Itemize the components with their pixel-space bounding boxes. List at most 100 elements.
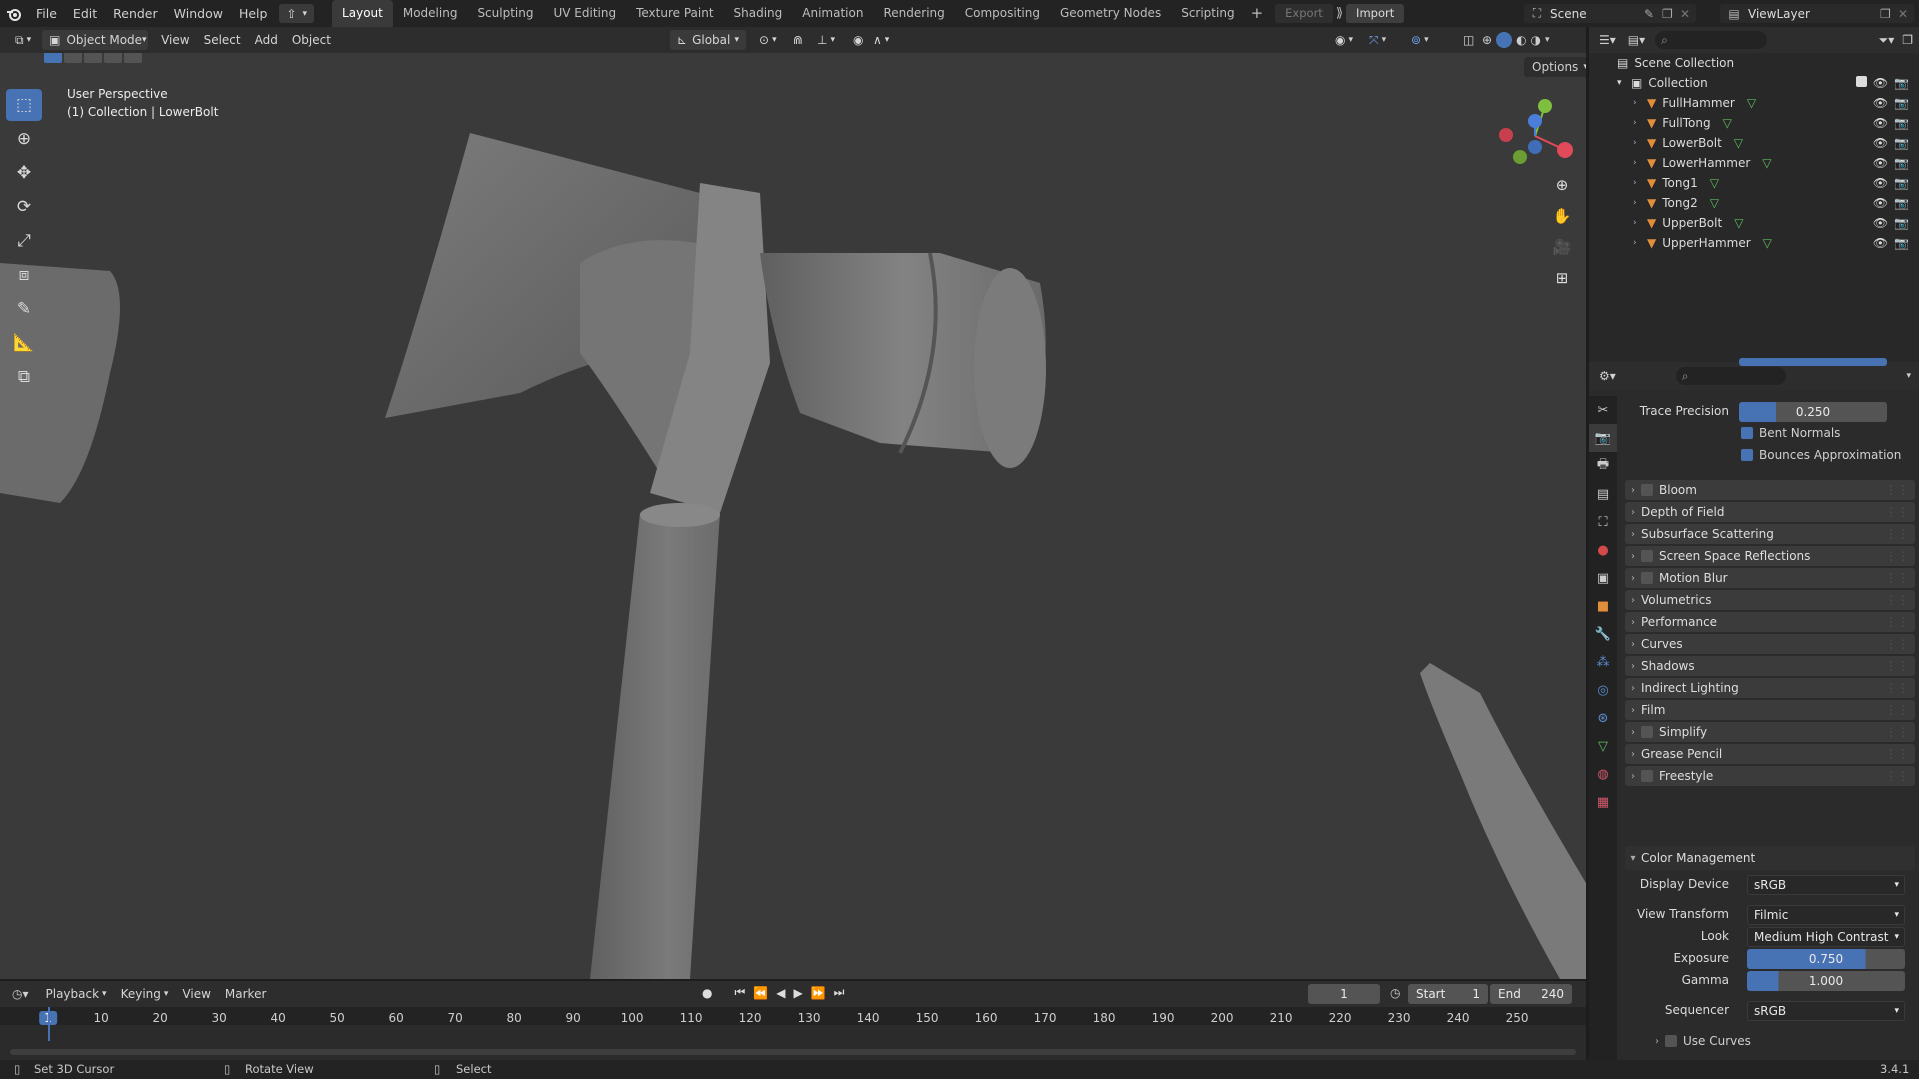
exclude-checkbox[interactable] <box>1855 76 1867 87</box>
bent-normals-checkbox[interactable]: Bent Normals <box>1741 426 1840 440</box>
snap-dropdown[interactable]: ⊥ ▾ <box>810 30 842 50</box>
playhead-line[interactable] <box>48 1007 50 1041</box>
drag-handle-icon[interactable]: ⋮⋮ <box>1885 571 1909 585</box>
camera-icon[interactable]: 📷 <box>1894 236 1909 250</box>
mesh-data-icon[interactable]: ▽ <box>1710 196 1719 210</box>
eye-icon[interactable]: 👁 <box>1873 156 1888 170</box>
blender-logo-icon[interactable] <box>0 0 28 27</box>
import-button[interactable]: Import <box>1346 4 1405 23</box>
menu-window[interactable]: Window <box>166 0 231 27</box>
outliner-row-object[interactable]: › ▼ UpperBolt ▽ 👁 📷 <box>1589 213 1919 233</box>
move-tool-icon[interactable]: ✥ <box>6 157 42 189</box>
eye-icon[interactable]: 👁 <box>1873 136 1888 150</box>
drag-handle-icon[interactable]: ⋮⋮ <box>1885 505 1909 519</box>
tab-rendering[interactable]: Rendering <box>873 0 954 27</box>
overlay-toggle[interactable]: ⊚ ▾ <box>1404 30 1436 50</box>
display-mode-icon[interactable]: ▤▾ <box>1628 33 1645 47</box>
tab-geometry-nodes[interactable]: Geometry Nodes <box>1050 0 1171 27</box>
use-curves-checkbox[interactable] <box>1665 1035 1677 1047</box>
tab-modeling[interactable]: Modeling <box>393 0 468 27</box>
output-tab-icon[interactable]: 🖶 <box>1589 452 1617 480</box>
tab-scripting[interactable]: Scripting <box>1171 0 1244 27</box>
camera-icon[interactable]: 📷 <box>1894 136 1909 150</box>
panel-enable-checkbox[interactable] <box>1641 572 1653 584</box>
mesh-data-icon[interactable]: ▽ <box>1747 96 1756 110</box>
render-tab-icon[interactable]: 📷 <box>1589 424 1617 452</box>
panel-header[interactable]: › Performance ⋮⋮ <box>1625 612 1915 632</box>
panel-header[interactable]: › Film ⋮⋮ <box>1625 700 1915 720</box>
camera-icon[interactable]: 📷 <box>1894 176 1909 190</box>
jump-start-icon[interactable]: ⏮ <box>734 985 745 1000</box>
scale-tool-icon[interactable]: ⤢ <box>6 225 42 257</box>
panel-header[interactable]: › Bloom ⋮⋮ <box>1625 480 1915 500</box>
eye-icon[interactable]: 👁 <box>1873 216 1888 230</box>
menu-add[interactable]: Add <box>248 30 285 50</box>
world-tab-icon[interactable]: ● <box>1589 536 1617 564</box>
viewlayer-selector[interactable]: ▤ ViewLayer ❐ ✕ <box>1720 4 1914 23</box>
panel-enable-checkbox[interactable] <box>1641 484 1653 496</box>
chevron-right-icon[interactable]: › <box>1633 118 1647 128</box>
eye-icon[interactable]: 👁 <box>1873 116 1888 130</box>
outliner-row-object[interactable]: › ▼ FullTong ▽ 👁 📷 <box>1589 113 1919 133</box>
drag-handle-icon[interactable]: ⋮⋮ <box>1885 637 1909 651</box>
panel-color-management[interactable]: ▾ Color Management <box>1625 846 1915 870</box>
transform-tool-icon[interactable]: ⧈ <box>6 259 42 291</box>
new-viewlayer-icon[interactable]: ❐ <box>1880 7 1898 21</box>
panel-header[interactable]: › Indirect Lighting ⋮⋮ <box>1625 678 1915 698</box>
chevron-right-icon[interactable]: › <box>1633 138 1647 148</box>
chevron-down-icon[interactable]: ▾ <box>1545 35 1550 45</box>
annotate-tool-icon[interactable]: ✎ <box>6 293 42 325</box>
outliner-row-object[interactable]: › ▼ Tong1 ▽ 👁 📷 <box>1589 173 1919 193</box>
eye-icon[interactable]: 👁 <box>1873 176 1888 190</box>
properties-editor-icon[interactable]: ⚙▾ <box>1599 369 1616 383</box>
export-button[interactable]: Export <box>1275 4 1333 23</box>
close-icon[interactable]: ✕ <box>1898 7 1914 21</box>
grid-perspective-icon[interactable]: ⊞ <box>1548 264 1576 292</box>
mode-dropdown[interactable]: ▣ Object Mode ▾ <box>42 30 149 50</box>
select-subtract-icon[interactable] <box>84 53 102 63</box>
outliner-editor-icon[interactable]: ☰▾ <box>1599 33 1616 47</box>
tab-uv-editing[interactable]: UV Editing <box>543 0 626 27</box>
chevron-right-icon[interactable]: › <box>1633 158 1647 168</box>
menu-marker[interactable]: Marker <box>218 984 273 1004</box>
material-shading-icon[interactable]: ◐ <box>1516 33 1526 47</box>
select-box-tool-icon[interactable]: ⬚ <box>6 89 42 121</box>
wireframe-shading-icon[interactable]: ⊕ <box>1482 33 1492 47</box>
chevron-right-icon[interactable]: › <box>1633 178 1647 188</box>
panel-header[interactable]: › Simplify ⋮⋮ <box>1625 722 1915 742</box>
next-keyframe-icon[interactable]: ⏩ <box>811 986 826 1000</box>
mesh-data-icon[interactable]: ▽ <box>1762 156 1771 170</box>
3d-viewport[interactable]: ⬚ ⊕ ✥ ⟳ ⤢ ⧈ ✎ 📐 ⧉ User Perspective (1) C… <box>0 53 1586 979</box>
select-new-icon[interactable] <box>44 53 62 63</box>
panel-header[interactable]: › Grease Pencil ⋮⋮ <box>1625 744 1915 764</box>
panel-header[interactable]: › Motion Blur ⋮⋮ <box>1625 568 1915 588</box>
material-tab-icon[interactable]: ◍ <box>1589 760 1617 788</box>
texture-tab-icon[interactable]: ▦ <box>1589 788 1617 816</box>
select-invert-icon[interactable] <box>104 53 122 63</box>
mesh-data-icon[interactable]: ▽ <box>1734 136 1743 150</box>
navigation-gizmo[interactable] <box>1490 91 1580 181</box>
pan-hand-icon[interactable]: ✋ <box>1548 202 1576 230</box>
scene-selector[interactable]: ⛶ Scene ✎ ❐ ✕ <box>1524 4 1696 23</box>
zoom-icon[interactable]: ⊕ <box>1548 171 1576 199</box>
drag-handle-icon[interactable]: ⋮⋮ <box>1885 483 1909 497</box>
play-icon[interactable]: ▶ <box>793 986 802 1000</box>
drag-handle-icon[interactable]: ⋮⋮ <box>1885 549 1909 563</box>
menu-select[interactable]: Select <box>197 30 248 50</box>
chevron-right-icon[interactable]: › <box>1633 218 1647 228</box>
tab-layout[interactable]: Layout <box>332 0 393 27</box>
orientation-dropdown[interactable]: ⊾ Global ▾ <box>670 30 746 50</box>
add-cube-tool-icon[interactable]: ⧉ <box>6 361 42 393</box>
use-curves-subpanel[interactable]: › Use Curves <box>1649 1034 1751 1048</box>
end-frame-field[interactable]: End 240 <box>1490 984 1572 1004</box>
chevron-down-icon[interactable]: ▾ <box>1906 371 1911 381</box>
display-device-dropdown[interactable]: sRGB ▾ <box>1747 875 1905 895</box>
camera-icon[interactable]: 📷 <box>1894 196 1909 210</box>
menu-object[interactable]: Object <box>285 30 338 50</box>
outliner-search-input[interactable]: ⌕ <box>1655 31 1768 49</box>
object-tab-icon[interactable]: ■ <box>1589 592 1617 620</box>
drag-handle-icon[interactable]: ⋮⋮ <box>1885 681 1909 695</box>
outliner-row-object[interactable]: › ▼ UpperHammer ▽ 👁 📷 <box>1589 233 1919 253</box>
bounces-approx-checkbox[interactable]: Bounces Approximation <box>1741 448 1901 462</box>
options-dropdown[interactable]: Options ▾ <box>1524 57 1586 77</box>
